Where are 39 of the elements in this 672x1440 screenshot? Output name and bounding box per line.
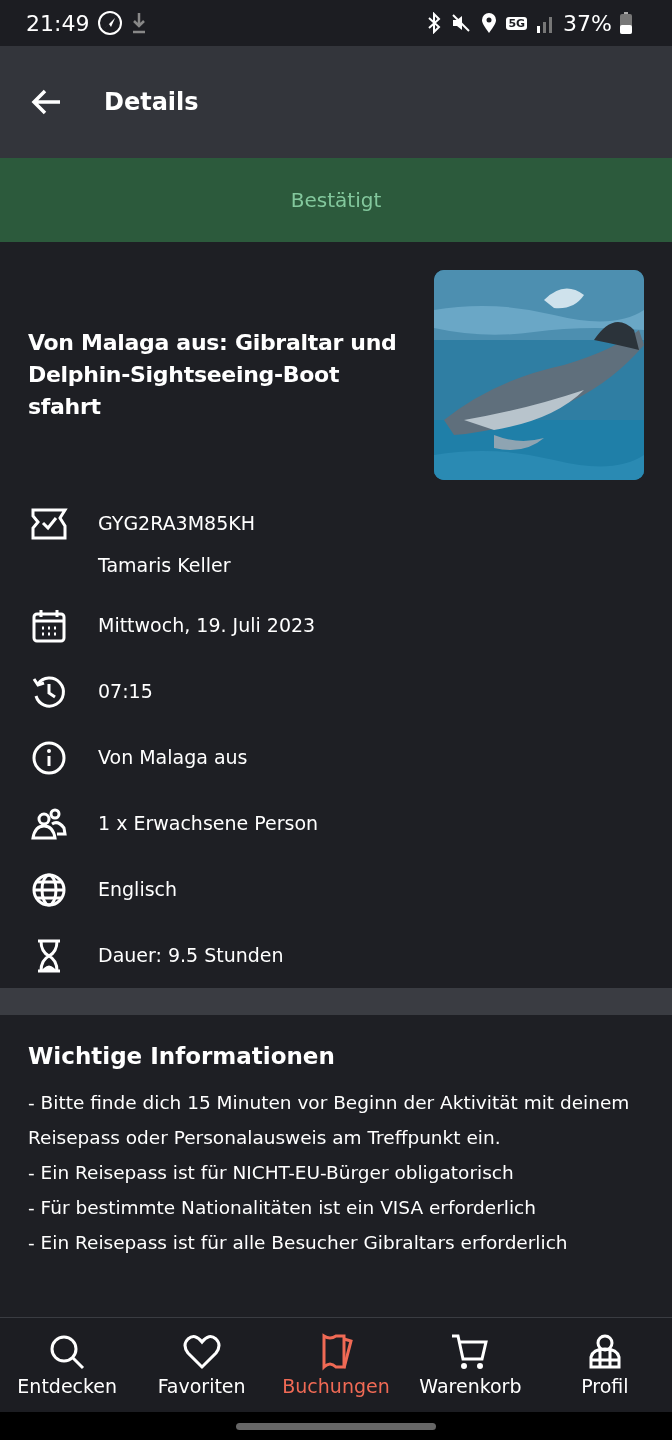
section-heading: Wichtige Informationen bbox=[28, 1043, 336, 1069]
battery-percent: 37% bbox=[563, 10, 612, 36]
info-text: - Ein Reisepass ist für NICHT-EU-Bürger obligatorisch bbox=[28, 1161, 515, 1185]
detail-text: Mittwoch, 19. Juli 2023 bbox=[98, 613, 316, 638]
info-text: - Für bestimmte Nationalitäten ist ein VISA erforderlich bbox=[28, 1196, 537, 1220]
back-arrow-icon bbox=[30, 88, 62, 116]
info-icon bbox=[30, 740, 68, 776]
nav-tab[interactable]: Profil bbox=[537, 1318, 672, 1412]
status-time: 21:49 bbox=[26, 10, 90, 36]
location-icon bbox=[480, 12, 499, 34]
detail-text: Von Malaga aus bbox=[98, 745, 248, 770]
detail-text: 07:15 bbox=[98, 679, 153, 704]
ticket-check-icon bbox=[30, 506, 68, 542]
people-icon bbox=[30, 806, 68, 842]
nav-tab[interactable]: Entdecken bbox=[0, 1318, 135, 1412]
nav-tab[interactable]: Favoriten bbox=[134, 1318, 269, 1412]
bluetooth-icon bbox=[426, 12, 443, 34]
detail-text: GYG2RA3M85KH bbox=[98, 511, 256, 536]
back-button[interactable] bbox=[30, 88, 62, 116]
detail-text: Englisch bbox=[98, 877, 178, 902]
detail-text: 1 x Erwachsene Person bbox=[98, 811, 319, 836]
cart-icon bbox=[450, 1333, 491, 1371]
globe-icon bbox=[30, 872, 68, 908]
detail-text: Tamaris Keller bbox=[98, 553, 232, 578]
info-text: - Ein Reisepass ist für alle Besucher Gibraltars erforderlich bbox=[28, 1231, 569, 1255]
download-icon bbox=[131, 11, 148, 35]
battery-icon bbox=[620, 12, 632, 34]
heart-icon bbox=[181, 1333, 222, 1371]
clock-history-icon bbox=[30, 674, 68, 710]
activity-title: Von Malaga aus: Gibraltar und Delphin-Sightseeing-Boot sfahrt bbox=[28, 329, 398, 421]
info-text: - Bitte finde dich 15 Minuten vor Beginn der Aktivität mit deinem Reisepass oder Personalausweis am Treffpunkt ein. bbox=[28, 1091, 631, 1150]
navigation-icon bbox=[97, 10, 124, 36]
page-title: Details bbox=[104, 88, 199, 116]
status-label: Bestätigt bbox=[290, 188, 382, 212]
detail-text: Dauer: 9.5 Stunden bbox=[98, 943, 284, 968]
network-type: 5G bbox=[506, 16, 528, 30]
nav-tab[interactable]: Buchungen bbox=[268, 1318, 404, 1412]
calendar-icon bbox=[30, 608, 68, 644]
nav-tab[interactable]: Warenkorb bbox=[403, 1318, 538, 1412]
